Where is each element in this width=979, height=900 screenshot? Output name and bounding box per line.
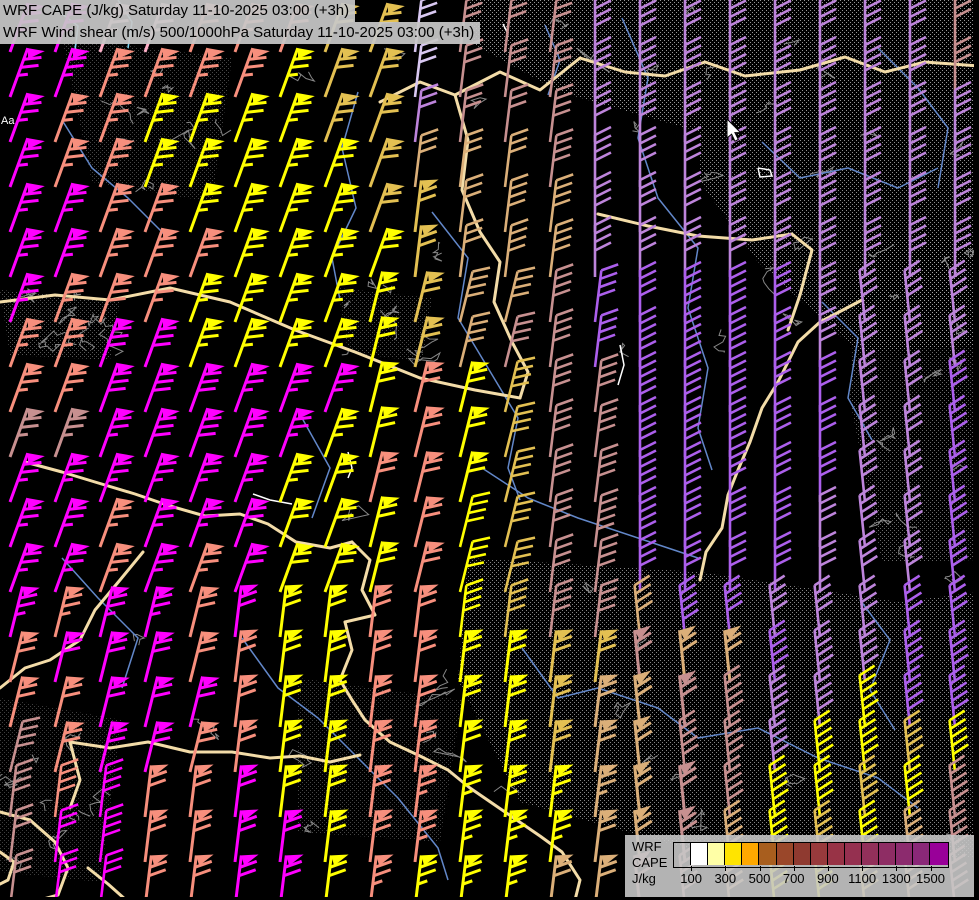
- wind-barb: [413, 854, 439, 900]
- wind-barb: [143, 854, 169, 900]
- wind-barb: [8, 848, 34, 900]
- wind-barb: [53, 848, 79, 900]
- legend-tick-label: 900: [817, 871, 839, 886]
- legend-tick-label: 500: [748, 871, 771, 886]
- title-wind-shear-text: WRF Wind shear (m/s) 500/1000hPa Saturda…: [3, 24, 475, 41]
- legend-tick-label: 300: [714, 871, 737, 886]
- legend-tick-label: 700: [782, 871, 805, 886]
- wrf-weather-map-page: Aa WRF CAPE (J/kg) Saturday 11-10-2025 0…: [0, 0, 979, 900]
- legend-color-cell: [674, 843, 692, 865]
- wind-barb: [323, 854, 349, 900]
- wind-barb: [638, 530, 657, 592]
- legend-tick-label: 1300: [881, 871, 911, 886]
- wind-barb: [818, 530, 837, 592]
- legend-color-cell: [759, 843, 777, 865]
- cape-legend: WRF CAPE J/kg 100 300 500 700 900 1100 1300 150…: [625, 835, 974, 897]
- title-cape: WRF CAPE (J/kg) Saturday 11-10-2025 03:0…: [0, 0, 356, 22]
- wind-barb: [53, 721, 85, 773]
- wind-barb: [908, 215, 927, 277]
- wind-barb: [593, 854, 619, 900]
- legend-color-cell: [708, 843, 726, 865]
- wind-barb: [953, 215, 972, 277]
- legend-label-cape: CAPE: [632, 855, 668, 870]
- wind-barb: [773, 530, 792, 592]
- wind-barb: [278, 854, 304, 900]
- legend-color-cell: [827, 843, 845, 865]
- legend-label-unit: J/kg: [632, 871, 656, 886]
- legend-tick-label: 100: [680, 871, 702, 886]
- legend-color-cell: [725, 843, 743, 865]
- legend-color-cell: [810, 843, 828, 865]
- legend-color-cell: [742, 843, 760, 865]
- frame-right: [974, 0, 979, 900]
- legend-color-cell: [862, 843, 880, 865]
- legend-color-cell: [691, 843, 709, 865]
- wind-barb: [8, 716, 41, 773]
- wind-barb: [458, 311, 491, 368]
- wind-barb: [98, 721, 130, 773]
- wind-barb: [8, 676, 40, 728]
- wind-barb: [458, 854, 484, 900]
- legend-color-cell: [913, 843, 931, 865]
- legend-color-cell: [793, 843, 811, 865]
- legend-label-wrf: WRF: [632, 839, 662, 854]
- legend-color-cell: [879, 843, 897, 865]
- wind-barb: [503, 536, 536, 593]
- title-cape-text: WRF CAPE (J/kg) Saturday 11-10-2025 03:0…: [3, 2, 350, 19]
- wind-barb: [548, 0, 574, 53]
- wind-barb: [548, 854, 574, 900]
- wind-barb: [98, 848, 124, 900]
- legend-color-cell: [776, 843, 794, 865]
- wind-barb: [413, 224, 439, 278]
- legend-color-cell: [896, 843, 914, 865]
- wind-barb: [458, 451, 490, 503]
- wind-barb: [188, 854, 214, 900]
- legend-color-cell: [930, 843, 948, 865]
- legend-labels: WRF CAPE J/kg: [632, 839, 667, 887]
- wind-barb: [863, 215, 882, 277]
- legend-tick-label: 1100: [848, 871, 877, 886]
- wind-barb: [503, 0, 529, 53]
- wind-barb: [458, 536, 491, 593]
- wind-barb: [728, 530, 747, 592]
- legend-colorbar: [673, 842, 949, 868]
- wind-barb: [233, 854, 259, 900]
- wind-barb: [503, 854, 529, 900]
- legend-color-cell: [844, 843, 863, 865]
- wind-barb: [683, 530, 702, 592]
- wind-barb-layer: [8, 0, 972, 900]
- title-wind-shear: WRF Wind shear (m/s) 500/1000hPa Saturda…: [0, 22, 481, 44]
- wind-barb: [368, 854, 394, 900]
- legend-tick-label: 1500: [916, 871, 945, 886]
